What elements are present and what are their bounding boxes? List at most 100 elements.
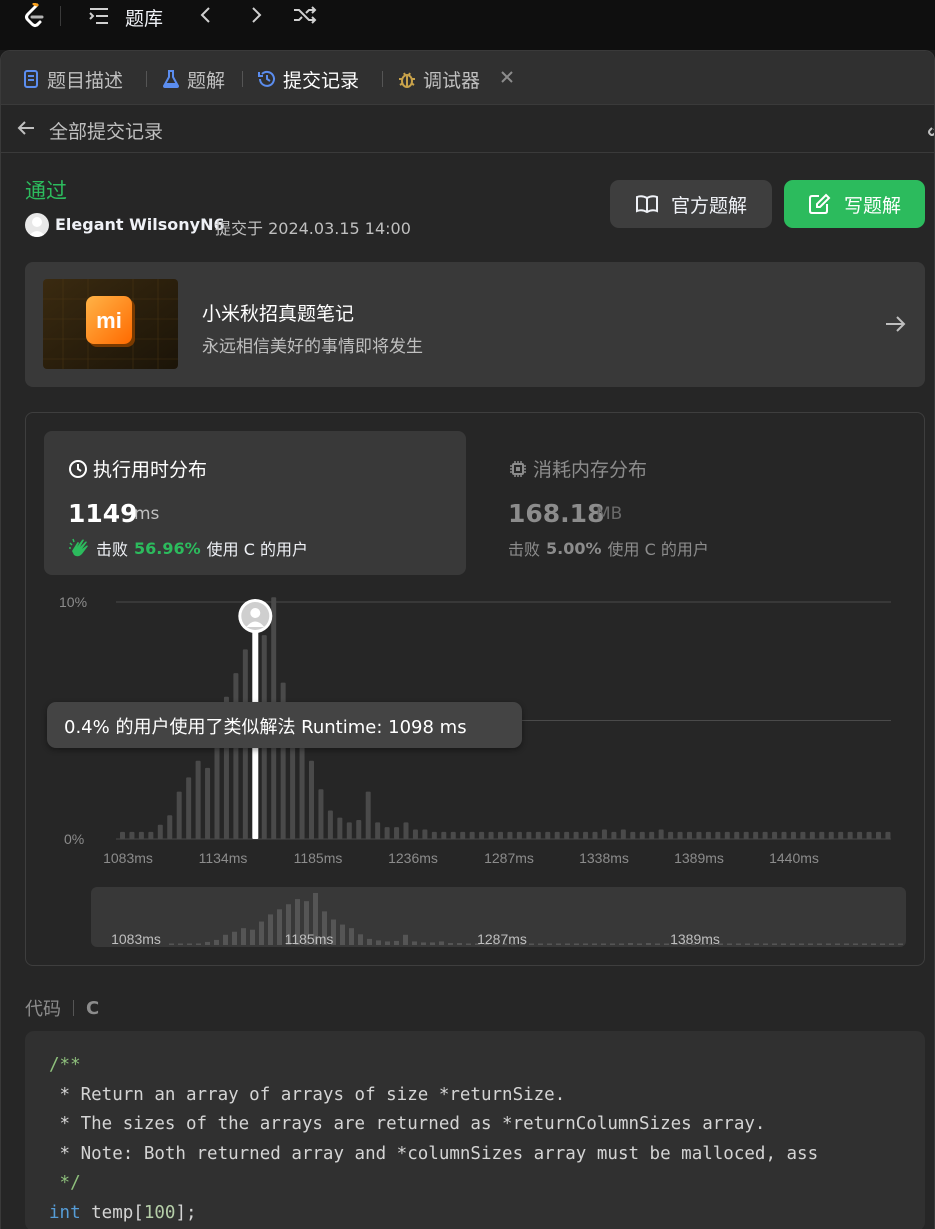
overview-bar: [781, 943, 786, 945]
memory-heading[interactable]: 消耗内存分布: [508, 455, 647, 482]
avatar[interactable]: [25, 213, 49, 237]
bar: [384, 827, 390, 839]
overview-bar: [439, 941, 444, 945]
tab-solutions[interactable]: 题解: [161, 65, 225, 93]
overview-bar: [592, 943, 597, 945]
overview-bar: [889, 943, 894, 945]
overview-bar: [367, 938, 372, 945]
history-icon: [258, 70, 275, 87]
bar: [658, 829, 664, 839]
problem-bank-link[interactable]: 题库: [125, 4, 163, 31]
close-icon[interactable]: [499, 69, 515, 85]
edit-icon: [808, 193, 831, 214]
x-tick-label: 1287ms: [484, 850, 534, 866]
code-line: /**: [49, 1055, 81, 1075]
bar: [327, 810, 333, 839]
bar: [838, 831, 844, 839]
code-token: ];: [175, 1202, 197, 1223]
bar: [375, 822, 381, 839]
overview-bar: [529, 943, 534, 945]
promo-image: mi: [43, 279, 178, 369]
bar: [526, 831, 532, 839]
leetcode-logo-icon[interactable]: [20, 3, 48, 29]
overview-bar: [664, 943, 669, 945]
overview-bar: [430, 942, 435, 945]
code-language: C: [86, 997, 100, 1019]
bar: [620, 829, 626, 839]
overview-bar: [853, 943, 858, 945]
write-solution-button[interactable]: 写题解: [784, 180, 925, 228]
bar: [762, 831, 768, 839]
x-tick-label: 1134ms: [199, 850, 248, 866]
submitter-name[interactable]: Elegant WilsonyN6: [55, 215, 225, 234]
bar: [488, 831, 494, 839]
bar: [828, 831, 834, 839]
bar: [356, 820, 362, 839]
bar: [129, 831, 135, 839]
tab-label: 题解: [187, 69, 226, 92]
chevron-left-icon[interactable]: [196, 5, 216, 25]
problem-list-icon[interactable]: [88, 6, 110, 26]
x-tick-label: 1083ms: [103, 850, 153, 866]
overview-bar: [808, 943, 813, 945]
code-line: */: [49, 1173, 81, 1193]
bar: [847, 831, 853, 839]
bar: [167, 815, 173, 839]
bar: [299, 744, 305, 839]
all-submissions-link[interactable]: 全部提交记录: [49, 117, 163, 144]
bar: [535, 831, 541, 839]
chart-overview-scroller[interactable]: 1083ms 1185ms 1287ms 1389ms: [91, 887, 906, 947]
chart-tooltip: 0.4% 的用户使用了类似解法 Runtime: 1098 ms: [47, 702, 522, 748]
promo-card[interactable]: mi 小米秋招真题笔记 永远相信美好的事情即将发生: [25, 262, 925, 387]
overview-bar: [826, 943, 831, 945]
memory-unit: MB: [596, 504, 623, 524]
overview-bar: [187, 943, 192, 945]
bar: [545, 831, 551, 839]
bar: [639, 831, 645, 839]
code-block[interactable]: /** * Return an array of arrays of size …: [25, 1031, 925, 1229]
arrow-left-icon[interactable]: [15, 117, 37, 139]
beat-percent: 56.96%: [134, 538, 201, 558]
overview-bar: [745, 943, 750, 945]
overview-bar: [601, 943, 606, 945]
bar: [724, 831, 730, 839]
submission-status: 通过: [25, 179, 67, 203]
overview-bar: [736, 943, 741, 945]
memory-beat: 击败 5.00% 使用 C 的用户: [508, 536, 709, 560]
tab-description[interactable]: 题目描述: [21, 65, 123, 93]
x-tick-label: 1185ms: [294, 850, 343, 866]
chevron-right-icon[interactable]: [246, 5, 266, 25]
bar: [309, 760, 314, 839]
bar: [450, 831, 456, 839]
bar: [233, 673, 239, 839]
bar: [677, 831, 683, 839]
overview-bar: [538, 943, 543, 945]
bar: [715, 831, 721, 839]
bar: [205, 767, 211, 839]
overview-bar: [646, 942, 651, 945]
overview-bar: [268, 914, 273, 945]
overview-bar: [376, 940, 381, 945]
arrow-right-icon[interactable]: [883, 313, 907, 335]
bar: [601, 829, 607, 839]
tab-debugger[interactable]: 调试器: [397, 65, 480, 93]
tab-submissions[interactable]: 提交记录: [257, 65, 359, 93]
bar: [630, 831, 636, 839]
overview-bar: [223, 934, 228, 945]
x-tick-label: 1389ms: [674, 850, 724, 866]
bar: [138, 831, 144, 839]
overview-bar: [727, 943, 732, 945]
x-tick-label: 1338ms: [579, 850, 629, 866]
bar: [573, 831, 579, 839]
bar: [516, 831, 522, 839]
official-solution-button[interactable]: 官方题解: [610, 180, 772, 228]
link-icon[interactable]: [927, 119, 935, 137]
runtime-heading[interactable]: 执行用时分布: [68, 455, 207, 482]
shuffle-icon[interactable]: [292, 5, 318, 25]
code-label-text: 代码: [25, 999, 61, 1020]
bar: [790, 831, 796, 839]
overview-bar: [259, 921, 264, 945]
overview-bar: [619, 943, 624, 945]
promo-subtitle: 永远相信美好的事情即将发生: [202, 337, 423, 357]
overview-bar: [178, 943, 183, 945]
